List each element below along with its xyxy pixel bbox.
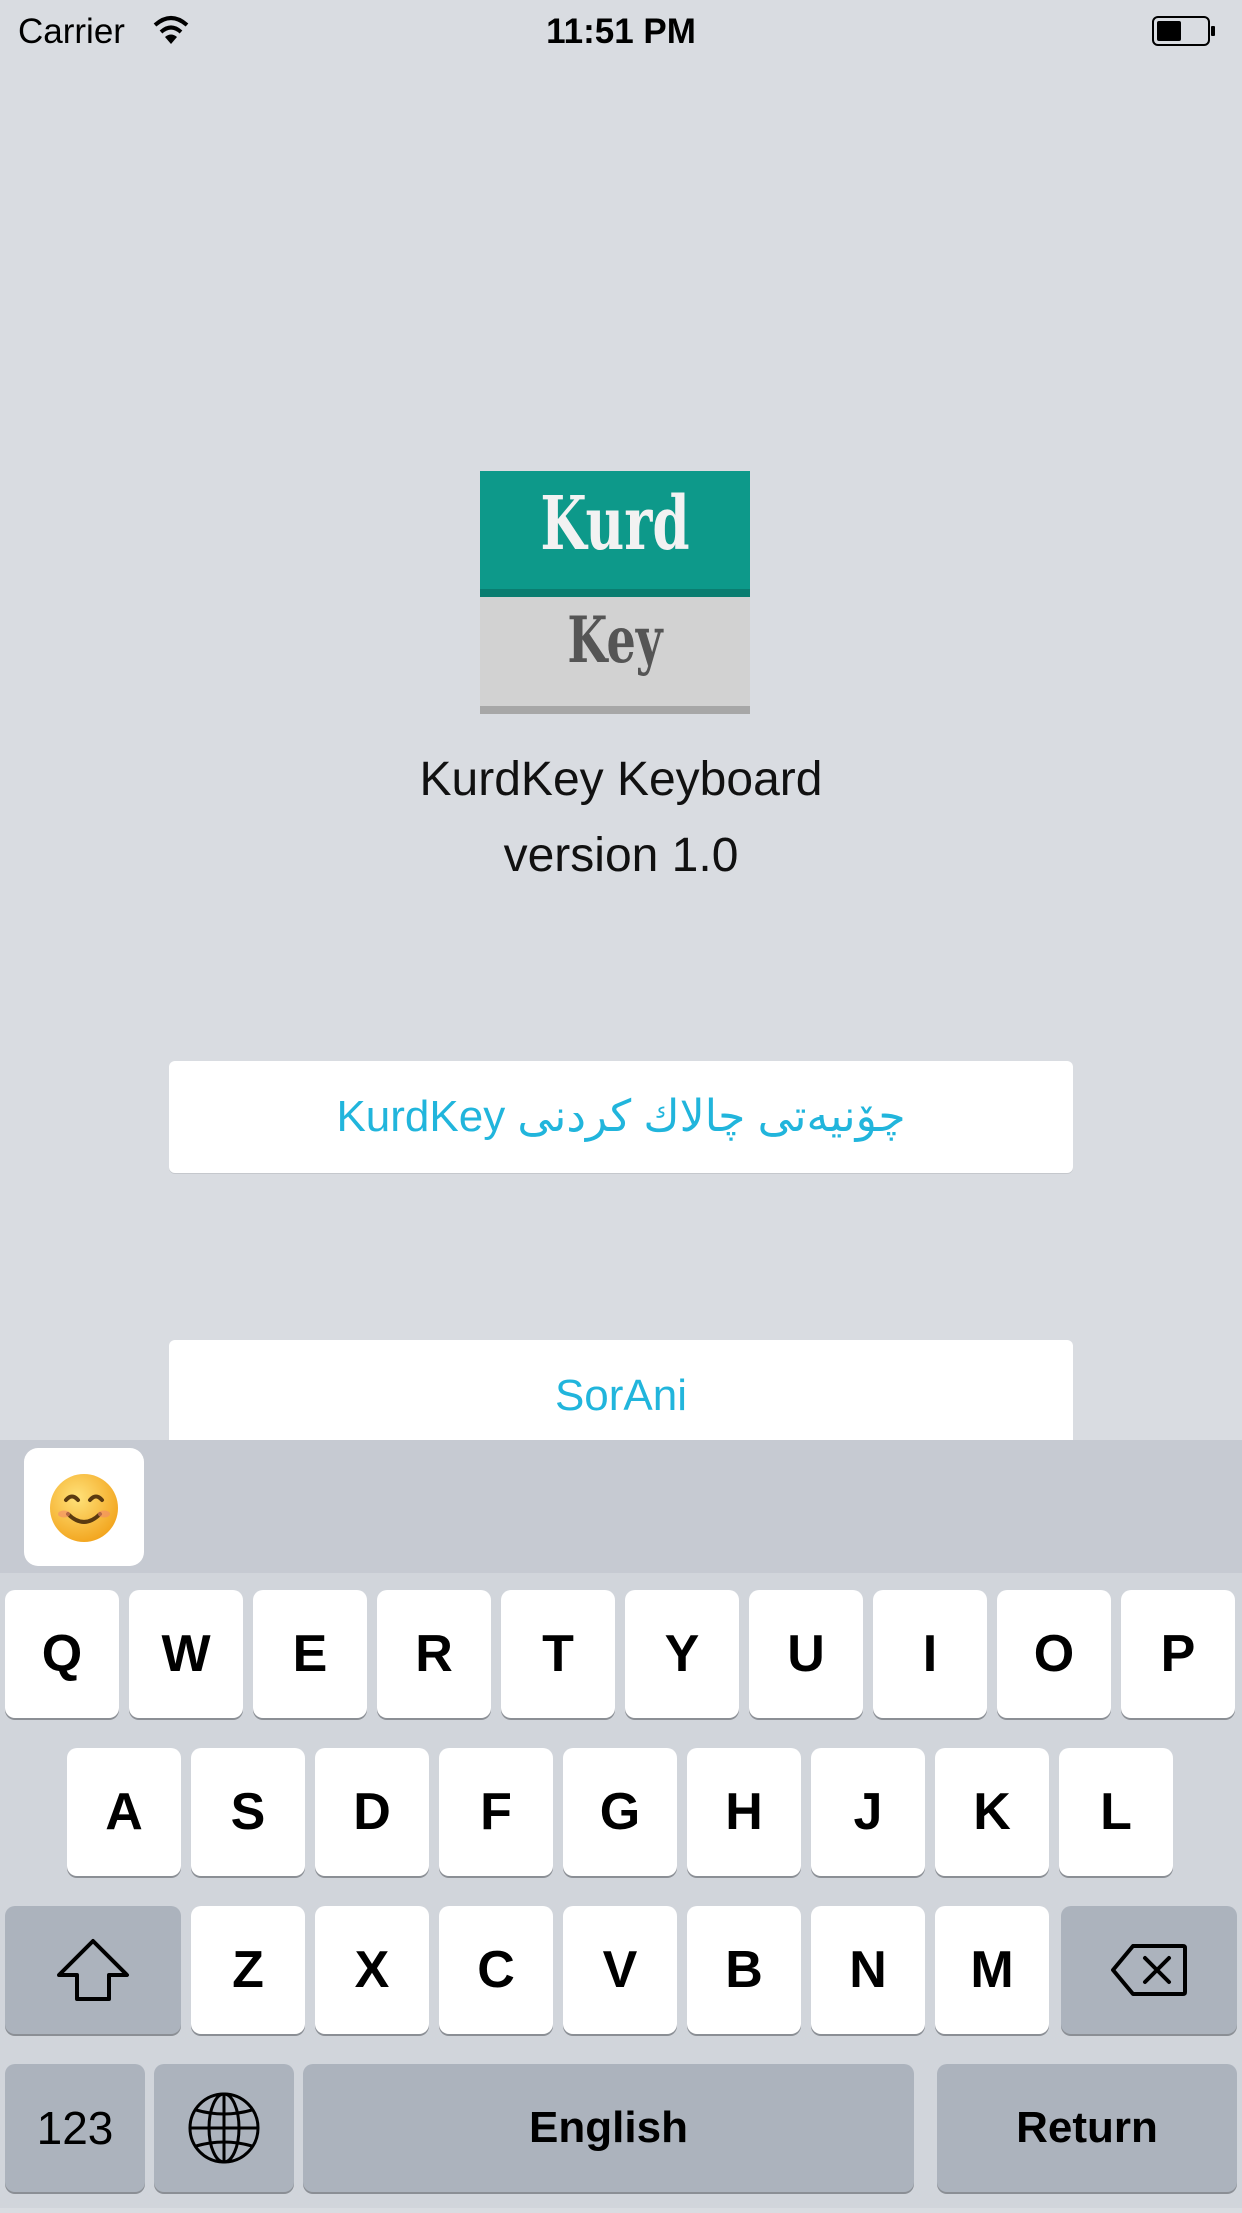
key-c[interactable]: C xyxy=(439,1906,553,2034)
key-s[interactable]: S xyxy=(191,1748,305,1876)
shift-icon xyxy=(57,1939,129,2001)
battery-icon xyxy=(1152,16,1215,46)
key-g[interactable]: G xyxy=(563,1748,677,1876)
kurdkey-logo: Kurd Key xyxy=(480,471,750,714)
emoji-bar xyxy=(0,1440,1242,1573)
key-x[interactable]: X xyxy=(315,1906,429,2034)
key-e[interactable]: E xyxy=(253,1590,367,1718)
key-b[interactable]: B xyxy=(687,1906,801,2034)
key-u[interactable]: U xyxy=(749,1590,863,1718)
space-key[interactable]: English xyxy=(303,2064,914,2192)
logo-text-key: Key xyxy=(567,603,663,678)
globe-key[interactable] xyxy=(154,2064,294,2192)
key-i[interactable]: I xyxy=(873,1590,987,1718)
key-y[interactable]: Y xyxy=(625,1590,739,1718)
key-a[interactable]: A xyxy=(67,1748,181,1876)
key-w[interactable]: W xyxy=(129,1590,243,1718)
key-o[interactable]: O xyxy=(997,1590,1111,1718)
delete-icon xyxy=(1111,1944,1187,1996)
key-j[interactable]: J xyxy=(811,1748,925,1876)
return-key[interactable]: Return xyxy=(937,2064,1237,2192)
keyboard: Q W E R T Y U I O P A S D F G H J K L Z … xyxy=(0,1440,1242,2208)
key-h[interactable]: H xyxy=(687,1748,801,1876)
globe-icon xyxy=(188,2092,260,2164)
key-r[interactable]: R xyxy=(377,1590,491,1718)
status-bar: Carrier 11:51 PM xyxy=(0,0,1242,64)
sorani-button[interactable]: SorAni xyxy=(169,1340,1073,1440)
key-p[interactable]: P xyxy=(1121,1590,1235,1718)
key-v[interactable]: V xyxy=(563,1906,677,2034)
key-d[interactable]: D xyxy=(315,1748,429,1876)
numbers-key[interactable]: 123 xyxy=(5,2064,145,2192)
key-l[interactable]: L xyxy=(1059,1748,1173,1876)
key-q[interactable]: Q xyxy=(5,1590,119,1718)
key-t[interactable]: T xyxy=(501,1590,615,1718)
smiley-emoji-icon xyxy=(50,1474,118,1542)
logo-text-kurd: Kurd xyxy=(540,481,690,567)
status-time: 11:51 PM xyxy=(546,12,696,51)
key-n[interactable]: N xyxy=(811,1906,925,2034)
delete-key[interactable] xyxy=(1061,1906,1237,2034)
activation-help-button[interactable]: KurdKey چۆنیەتی چالاك كردنی xyxy=(169,1061,1073,1173)
key-z[interactable]: Z xyxy=(191,1906,305,2034)
key-k[interactable]: K xyxy=(935,1748,1049,1876)
app-title: KurdKey Keyboard xyxy=(419,753,823,806)
emoji-button[interactable] xyxy=(24,1448,144,1566)
key-m[interactable]: M xyxy=(935,1906,1049,2034)
app-version: version 1.0 xyxy=(503,829,739,882)
key-f[interactable]: F xyxy=(439,1748,553,1876)
logo-stripe xyxy=(480,589,750,597)
logo-base xyxy=(480,706,750,714)
shift-key[interactable] xyxy=(5,1906,181,2034)
